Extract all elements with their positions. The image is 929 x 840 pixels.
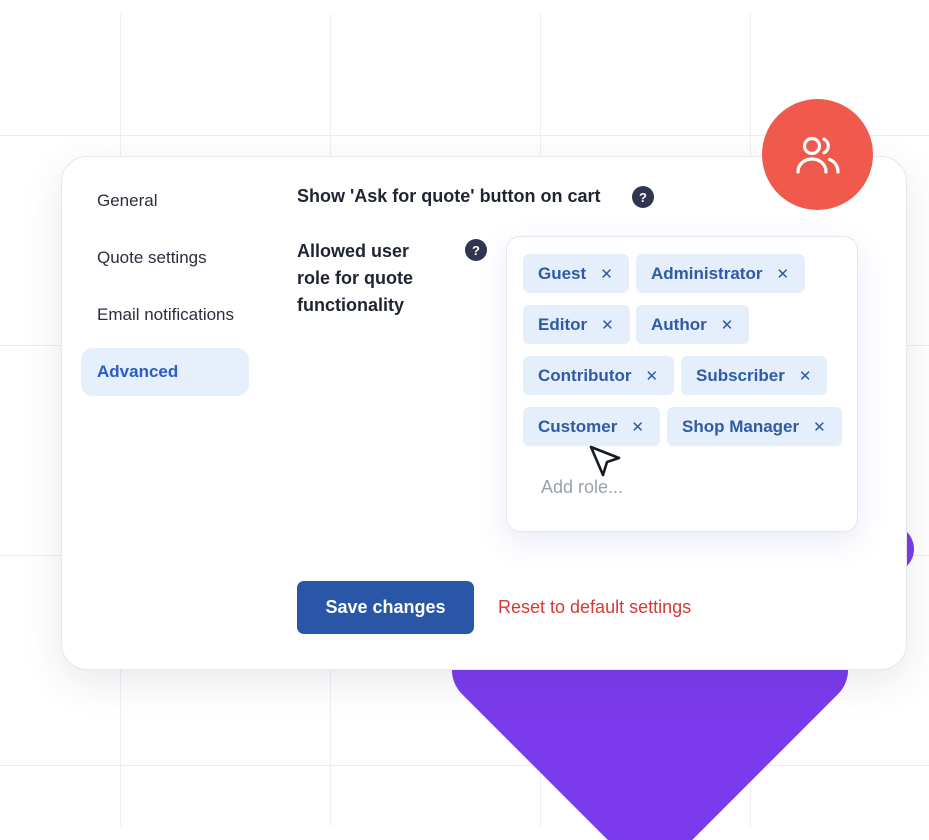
role-tag-editor: Editor ✕ — [523, 305, 630, 344]
allowed-role-label: Allowed user role for quote functionalit… — [297, 241, 413, 315]
close-icon[interactable]: ✕ — [776, 265, 789, 283]
role-tag-customer: Customer ✕ — [523, 407, 660, 446]
sidebar-item-label: General — [97, 191, 158, 210]
help-icon[interactable]: ? — [465, 239, 487, 261]
save-button[interactable]: Save changes — [297, 581, 474, 634]
reset-defaults-link[interactable]: Reset to default settings — [498, 597, 691, 618]
close-icon[interactable]: ✕ — [601, 316, 614, 334]
close-icon[interactable]: ✕ — [799, 367, 812, 385]
add-role-input[interactable] — [541, 474, 741, 500]
sidebar-item-label: Advanced — [97, 362, 179, 381]
role-tag-shop-manager: Shop Manager ✕ — [667, 407, 842, 446]
role-tag-guest: Guest ✕ — [523, 254, 629, 293]
grid-line — [0, 765, 929, 766]
role-tag-author: Author ✕ — [636, 305, 750, 344]
role-tag-subscriber: Subscriber ✕ — [681, 356, 828, 395]
sidebar-item-general[interactable]: General — [81, 177, 249, 225]
sidebar-item-email-notifications[interactable]: Email notifications — [81, 291, 249, 339]
close-icon[interactable]: ✕ — [600, 265, 613, 283]
sidebar-item-advanced[interactable]: Advanced — [81, 348, 249, 396]
ask-quote-label: Show 'Ask for quote' button on cart — [297, 186, 601, 206]
close-icon[interactable]: ✕ — [721, 316, 734, 334]
close-icon[interactable]: ✕ — [631, 418, 644, 436]
sidebar-item-label: Email notifications — [97, 305, 235, 324]
close-icon[interactable]: ✕ — [813, 418, 826, 436]
help-icon[interactable]: ? — [632, 186, 654, 208]
close-icon[interactable]: ✕ — [645, 367, 658, 385]
users-icon — [762, 99, 873, 210]
role-tag-administrator: Administrator ✕ — [636, 254, 806, 293]
sidebar-item-quote-settings[interactable]: Quote settings — [81, 234, 249, 282]
sidebar-item-label: Quote settings — [97, 248, 207, 267]
cursor-arrow-icon — [588, 444, 622, 485]
role-tag-contributor: Contributor ✕ — [523, 356, 675, 395]
